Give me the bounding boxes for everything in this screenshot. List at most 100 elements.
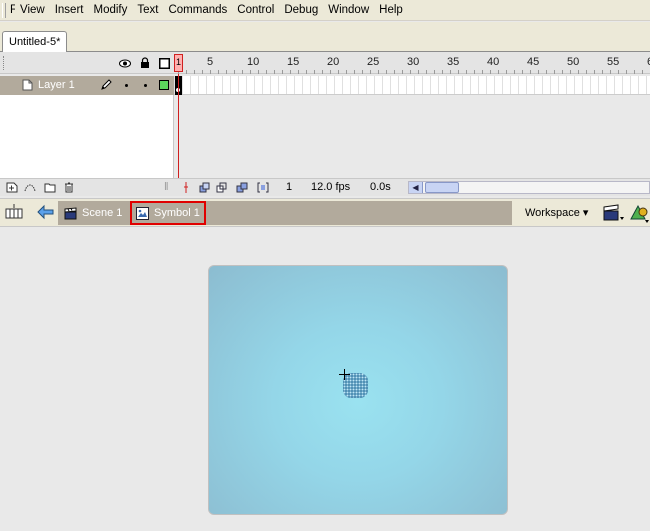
insert-folder-icon[interactable]: [44, 182, 56, 193]
ruler-tick: [570, 70, 571, 74]
lock-dot[interactable]: [144, 84, 147, 87]
ruler-tick: [466, 70, 467, 74]
ruler-tick: [338, 70, 339, 74]
timeline-horizontal-scrollbar[interactable]: ◀: [408, 181, 650, 194]
ruler-tick: [602, 70, 603, 74]
ruler-tick: [290, 70, 291, 74]
ruler-tick: [474, 70, 475, 74]
timeline-toggle-icon[interactable]: [4, 203, 24, 223]
pencil-icon: [100, 79, 112, 94]
breadcrumb-symbol-label: Symbol 1: [154, 207, 200, 219]
frames-row[interactable]: [174, 76, 650, 95]
panel-divider-grip-icon[interactable]: ‖: [164, 181, 169, 193]
layer-row[interactable]: Layer 1: [0, 76, 174, 95]
frame-ruler[interactable]: 15101520253035404550556: [174, 52, 650, 74]
layer-list-empty-area: [0, 95, 174, 178]
timeline-header: 15101520253035404550556 1: [0, 52, 650, 74]
ruler-tick: [242, 70, 243, 74]
layer-page-icon: [22, 79, 33, 94]
center-frame-icon[interactable]: [180, 182, 192, 193]
ruler-tick: [634, 70, 635, 74]
scene-clapper-icon: [64, 206, 77, 219]
menu-insert[interactable]: Insert: [50, 1, 89, 20]
edit-symbols-icon[interactable]: [629, 203, 650, 223]
menu-window[interactable]: Window: [323, 1, 374, 20]
ruler-tick: [362, 70, 363, 74]
ruler-tick: [186, 70, 187, 74]
breadcrumb-symbol[interactable]: Symbol 1: [130, 201, 206, 225]
ruler-tick: [258, 70, 259, 74]
ruler-tick: [554, 70, 555, 74]
ruler-tick: [226, 70, 227, 74]
modify-onion-markers-icon[interactable]: [257, 182, 269, 193]
ruler-number: 20: [327, 56, 340, 68]
ruler-tick: [578, 70, 579, 74]
ruler-tick: [354, 70, 355, 74]
onion-skin-icon[interactable]: [199, 182, 211, 193]
ruler-number: 55: [607, 56, 620, 68]
outline-square-icon[interactable]: [158, 57, 170, 69]
playhead[interactable]: 1: [174, 54, 183, 72]
scroll-thumb[interactable]: [425, 182, 459, 193]
ruler-number: 30: [407, 56, 420, 68]
menu-view[interactable]: View: [15, 1, 50, 20]
playhead-line: [178, 74, 179, 191]
insert-layer-icon[interactable]: [6, 182, 18, 193]
ruler-tick: [394, 70, 395, 74]
ruler-tick: [218, 70, 219, 74]
menu-control[interactable]: Control: [232, 1, 279, 20]
ruler-number: 5: [207, 56, 214, 68]
ruler-number: 15: [287, 56, 300, 68]
ruler-tick: [546, 70, 547, 74]
layer-outline-color-swatch[interactable]: [159, 80, 169, 90]
lock-icon[interactable]: [139, 57, 151, 69]
edit-bar: Scene 1 Symbol 1 Workspace ▾: [0, 198, 650, 227]
onion-skin-outlines-icon[interactable]: [216, 182, 228, 193]
show-hide-eye-icon[interactable]: [119, 57, 131, 69]
menu-debug[interactable]: Debug: [279, 1, 323, 20]
menu-help[interactable]: Help: [374, 1, 408, 20]
ruler-tick: [514, 70, 515, 74]
ruler-number: 45: [527, 56, 540, 68]
graphic-symbol-icon: [136, 206, 149, 220]
ruler-tick: [490, 70, 491, 74]
breadcrumb-scene[interactable]: Scene 1: [64, 203, 122, 223]
scroll-left-arrow-icon[interactable]: ◀: [409, 182, 423, 193]
ruler-tick: [626, 70, 627, 74]
ruler-tick: [498, 70, 499, 74]
breadcrumb: Scene 1 Symbol 1: [58, 201, 512, 225]
ruler-tick: [434, 70, 435, 74]
frame-rate[interactable]: 12.0 fps: [311, 181, 350, 193]
menu-commands[interactable]: Commands: [163, 1, 232, 20]
ruler-tick: [194, 70, 195, 74]
trash-icon[interactable]: [63, 182, 75, 193]
ruler-tick: [370, 70, 371, 74]
ruler-tick: [266, 70, 267, 74]
timeline-grip[interactable]: [3, 56, 6, 70]
add-motion-guide-icon[interactable]: [24, 182, 36, 193]
ruler-tick: [586, 70, 587, 74]
back-arrow-icon[interactable]: [37, 204, 54, 220]
ruler-tick: [250, 70, 251, 74]
menu-grip: [2, 2, 6, 18]
stage-canvas[interactable]: [208, 265, 508, 515]
edit-multiple-frames-icon[interactable]: [236, 182, 248, 193]
ruler-tick: [450, 70, 451, 74]
menu-text[interactable]: Text: [132, 1, 163, 20]
edit-scene-icon[interactable]: [603, 204, 625, 222]
menu-modify[interactable]: Modify: [88, 1, 132, 20]
ruler-tick: [298, 70, 299, 74]
current-frame: 1: [286, 181, 293, 193]
ruler-tick: [210, 70, 211, 74]
ruler-tick: [506, 70, 507, 74]
ruler-tick: [594, 70, 595, 74]
ruler-tick: [306, 70, 307, 74]
ruler-tick: [562, 70, 563, 74]
document-tab[interactable]: Untitled-5*: [2, 31, 68, 52]
registration-point-crosshair-icon: [339, 369, 350, 380]
workspace-dropdown[interactable]: Workspace ▾: [525, 206, 588, 219]
ruler-tick: [274, 70, 275, 74]
menu-bar: File View Insert Modify Text Commands Co…: [0, 0, 650, 21]
breadcrumb-scene-label: Scene 1: [82, 207, 123, 219]
visibility-dot[interactable]: [125, 84, 128, 87]
